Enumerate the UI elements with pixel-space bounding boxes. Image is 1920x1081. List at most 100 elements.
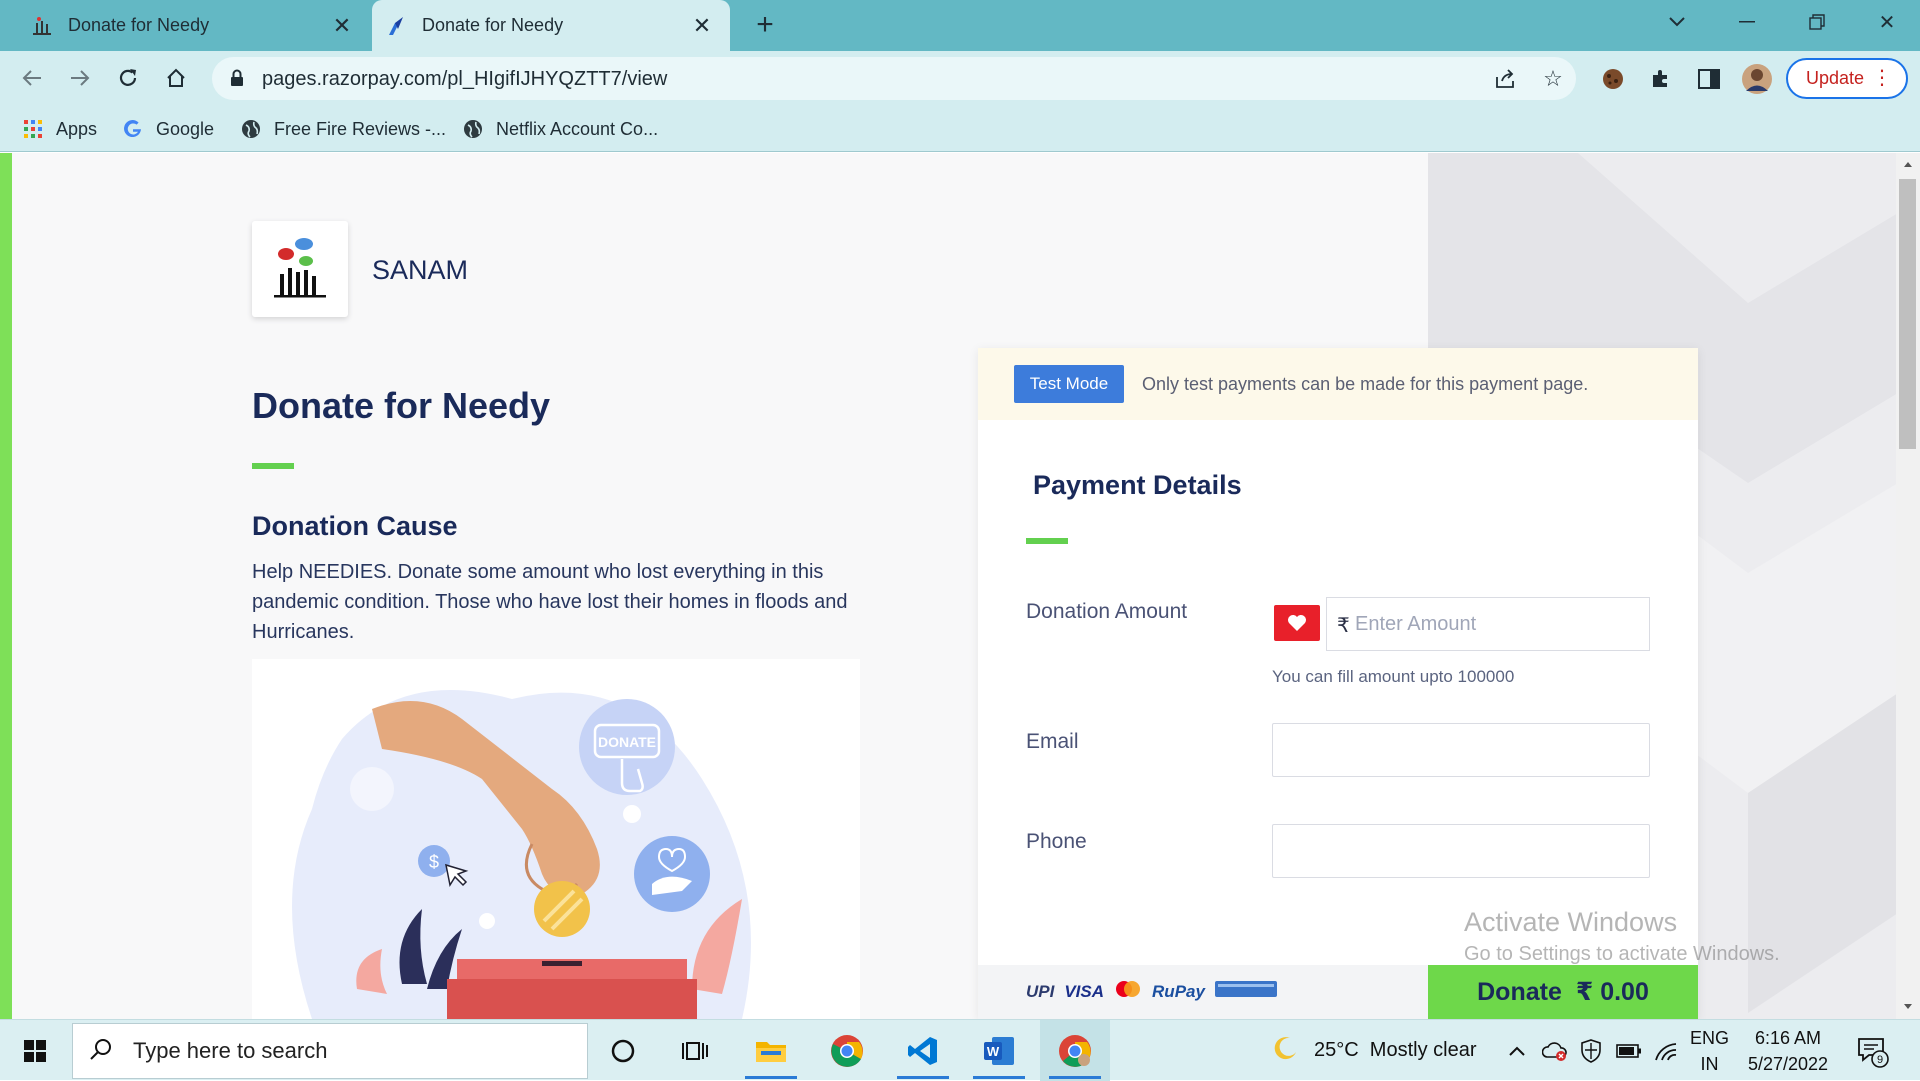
clock-time: 6:16 AM (1754, 1028, 1822, 1048)
cortana-circle-icon[interactable] (588, 1020, 658, 1081)
donation-amount-label: Donation Amount (1026, 600, 1188, 623)
phone-label: Phone (1026, 830, 1087, 853)
email-field[interactable] (1272, 723, 1650, 777)
donation-illustration: DONATE $ (252, 659, 860, 1019)
donate-illustration-label: DONATE (598, 734, 656, 750)
show-hidden-icons-chevron-icon[interactable] (1508, 1020, 1526, 1081)
minimize-icon[interactable] (1712, 0, 1782, 44)
vscode-icon[interactable] (888, 1020, 958, 1081)
merchant-name: SANAM (372, 255, 469, 285)
file-explorer-icon[interactable] (736, 1020, 806, 1081)
test-mode-badge: Test Mode (1014, 365, 1124, 403)
tab-donate-for-needy-1[interactable]: Donate for Needy ✕ (18, 0, 370, 51)
mastercard-logo (1114, 980, 1142, 1003)
wifi-icon[interactable] (1654, 1020, 1678, 1081)
merchant-logo (252, 221, 348, 317)
heart-icon (1274, 605, 1320, 641)
side-panel-icon[interactable] (1692, 62, 1726, 96)
bookmark-apps[interactable]: Apps (22, 114, 97, 144)
taskbar-search-box[interactable]: Type here to search (72, 1023, 588, 1079)
onedrive-error-icon[interactable] (1542, 1020, 1568, 1081)
bookmark-label: Free Fire Reviews -... (274, 118, 447, 139)
bookmark-netflix-account[interactable]: Netflix Account Co... (462, 114, 658, 144)
task-view-icon[interactable] (660, 1020, 730, 1081)
bookmark-google[interactable]: Google (122, 114, 214, 144)
globe-icon (240, 118, 262, 140)
tab-title: Donate for Needy (422, 15, 564, 35)
bookmark-label: Netflix Account Co... (496, 118, 659, 139)
update-button[interactable]: Update ⋮ (1786, 58, 1908, 99)
extensions-puzzle-icon[interactable] (1644, 62, 1678, 96)
new-tab-plus-icon[interactable]: + (748, 8, 782, 42)
weather-text: 25°C Mostly clear (1314, 1039, 1477, 1061)
left-accent-strip (0, 153, 12, 1019)
scrollbar-thumb[interactable] (1899, 179, 1916, 449)
pci-compliant-badge (1214, 981, 1277, 1002)
payment-method-logos: UPI VISA RuPay (1026, 980, 1277, 1003)
amount-input[interactable]: ₹ Enter Amount (1326, 597, 1650, 651)
globe-icon (462, 118, 484, 140)
security-shield-icon[interactable] (1580, 1020, 1602, 1081)
phone-field[interactable] (1272, 824, 1650, 878)
back-arrow-icon[interactable] (14, 60, 50, 96)
notification-count: 9 (1877, 1054, 1883, 1066)
donate-amount: ₹ 0.00 (1575, 978, 1649, 1006)
close-tab-icon[interactable]: ✕ (330, 13, 354, 38)
payment-details-heading: Payment Details (1033, 470, 1242, 500)
donate-label: Donate (1477, 977, 1562, 1006)
google-g-icon (122, 118, 144, 140)
bookmark-free-fire-reviews[interactable]: Free Fire Reviews -... (240, 114, 446, 144)
notification-center-icon[interactable]: 9 (1856, 1020, 1890, 1081)
language-code: ENG (1690, 1027, 1730, 1048)
language-indicator[interactable]: ENG IN (1690, 1020, 1729, 1081)
restore-icon[interactable] (1782, 0, 1852, 44)
url-text[interactable]: pages.razorpay.com/pl_HIgifIJHYQZTT7/vie… (262, 68, 667, 91)
close-tab-icon[interactable]: ✕ (690, 13, 714, 38)
tab-donate-for-needy-2[interactable]: Donate for Needy ✕ (372, 0, 730, 51)
bookmark-label: Apps (56, 118, 98, 139)
more-menu-icon[interactable]: ⋮ (1872, 68, 1892, 88)
rupay-logo: RuPay (1152, 981, 1205, 1001)
amount-hint: You can fill amount upto 100000 (1272, 667, 1515, 686)
visa-logo: VISA (1064, 981, 1105, 1001)
share-icon[interactable] (1492, 66, 1518, 92)
tab-search-chevron-icon[interactable] (1642, 0, 1712, 44)
chrome-icon[interactable] (812, 1020, 882, 1081)
moon-icon (1272, 1035, 1298, 1067)
clock-date: 5/27/2022 (1747, 1054, 1829, 1074)
cause-description: Help NEEDIES. Donate some amount who los… (252, 561, 848, 643)
lock-icon[interactable] (230, 69, 244, 92)
region-code: IN (1700, 1053, 1719, 1074)
charity-favicon-icon (30, 14, 54, 38)
donation-amount-field: ₹ Enter Amount (1272, 597, 1650, 651)
section-title: Donation Cause (252, 511, 458, 541)
test-mode-banner: Test Mode Only test payments can be made… (978, 348, 1698, 420)
home-icon[interactable] (158, 60, 194, 96)
activate-windows-subtitle: Go to Settings to activate Windows. (1464, 943, 1780, 965)
close-window-icon[interactable]: ✕ (1852, 0, 1920, 44)
svg-text:W: W (987, 1044, 1000, 1059)
apps-grid-icon (22, 118, 44, 140)
battery-icon[interactable] (1616, 1020, 1642, 1081)
address-bar[interactable]: pages.razorpay.com/pl_HIgifIJHYQZTT7/vie… (212, 57, 1576, 100)
system-clock[interactable]: 6:16 AM 5/27/2022 (1734, 1025, 1842, 1077)
rupee-symbol: ₹ (1337, 615, 1350, 637)
cookie-extension-icon[interactable] (1596, 62, 1630, 96)
chrome-active-window-icon[interactable] (1040, 1020, 1110, 1081)
page-title: Donate for Needy (252, 385, 551, 426)
reload-icon[interactable] (110, 60, 146, 96)
bookmark-label: Google (156, 118, 215, 139)
profile-avatar[interactable] (1740, 62, 1774, 96)
razorpay-favicon-icon (384, 14, 408, 38)
bookmark-star-icon[interactable]: ☆ (1540, 66, 1566, 92)
word-icon[interactable]: W (964, 1020, 1034, 1081)
windows-start-icon[interactable] (0, 1020, 70, 1081)
payment-heading-underline (1026, 538, 1068, 544)
update-label: Update (1806, 68, 1865, 88)
browser-tab-strip: Donate for Needy ✕ Donate for Needy ✕ + … (0, 0, 1920, 51)
weather-widget[interactable]: 25°C Mostly clear (1272, 1020, 1477, 1081)
activate-windows-title: Activate Windows (1464, 907, 1678, 937)
forward-arrow-icon[interactable] (62, 60, 98, 96)
donate-button[interactable]: Donate ₹ 0.00 (1428, 965, 1698, 1019)
search-icon (89, 1037, 113, 1066)
